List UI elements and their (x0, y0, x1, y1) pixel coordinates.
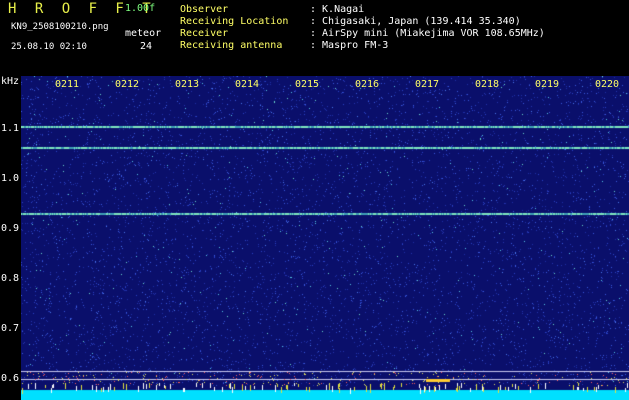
time-tick-label: 0211 (55, 79, 80, 90)
header-panel: H R O F F T 1.00f KN9_2508100210.png met… (0, 0, 629, 76)
time-tick-label: 0215 (295, 79, 320, 90)
spectrogram-canvas (21, 76, 629, 400)
y-tick-label: 0.9 (1, 223, 20, 234)
meteor-label: meteor (125, 28, 162, 39)
version-label: 1.00f (125, 3, 156, 14)
meteor-count: 24 (140, 41, 153, 52)
time-tick-label: 0213 (175, 79, 200, 90)
filename-label: KN9_2508100210.png (11, 22, 109, 32)
y-tick-label: 0.7 (1, 323, 20, 334)
y-tick-label: 0.8 (1, 273, 20, 284)
timestamp-label: 25.08.10 02:10 (11, 42, 87, 52)
unit-label: kHz (1, 76, 20, 87)
time-tick-label: 0219 (535, 79, 560, 90)
observer-value: : K.Nagai (310, 4, 365, 15)
time-tick-label: 0218 (475, 79, 500, 90)
y-tick-label: 1.0 (1, 173, 20, 184)
location-value: : Chigasaki, Japan (139.414 35.340) (310, 16, 521, 27)
time-tick-label: 0220 (595, 79, 620, 90)
time-tick-label: 0216 (355, 79, 380, 90)
antenna-value: : Maspro FM-3 (310, 40, 389, 51)
location-key: Receiving Location (180, 16, 289, 27)
y-tick-label: 0.6 (1, 373, 20, 384)
receiver-key: Receiver (180, 28, 229, 39)
time-tick-label: 0217 (415, 79, 440, 90)
time-tick-label: 0214 (235, 79, 260, 90)
observer-key: Observer (180, 4, 229, 15)
receiver-value: : AirSpy mini (Miakejima VOR 108.65MHz) (310, 28, 545, 39)
time-tick-label: 0212 (115, 79, 140, 90)
y-tick-label: 1.1 (1, 123, 20, 134)
antenna-key: Receiving antenna (180, 40, 283, 51)
